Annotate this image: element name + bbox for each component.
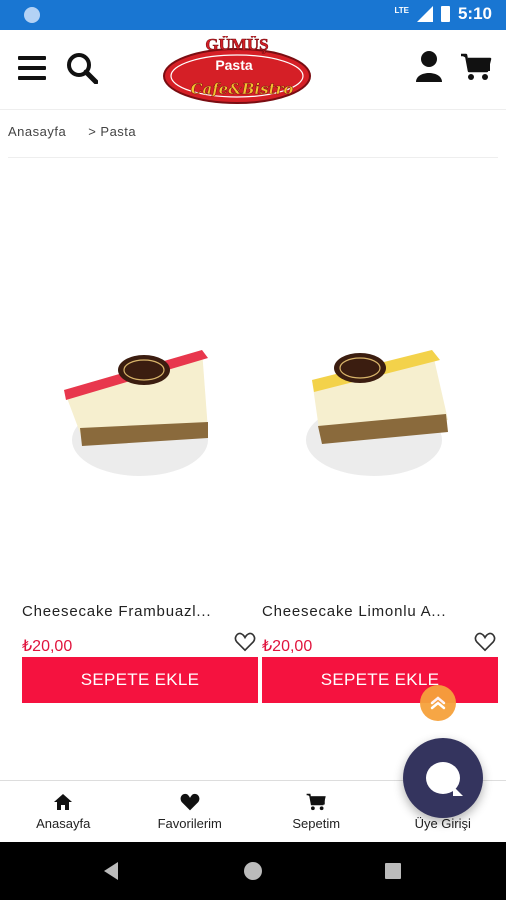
nav-cart[interactable]: Sepetim (253, 781, 380, 842)
product-price: ₺20,00 (22, 638, 73, 655)
menu-icon[interactable] (18, 56, 46, 80)
cart-icon (306, 793, 327, 811)
logo-title: GÜMÜŞ (205, 36, 268, 54)
search-icon[interactable] (66, 52, 98, 84)
notification-dot-icon (24, 7, 40, 23)
product-image[interactable] (262, 200, 498, 580)
product-price: ₺20,00 (262, 638, 313, 655)
add-to-cart-button[interactable]: SEPETE EKLE (22, 657, 258, 703)
chat-bubble-icon (426, 762, 463, 796)
breadcrumb-current: > Pasta (88, 124, 137, 139)
favorite-heart-icon[interactable] (234, 632, 256, 652)
home-icon (54, 794, 73, 810)
favorite-heart-icon[interactable] (474, 632, 496, 652)
brand-logo[interactable]: GÜMÜŞ Pasta Cafe&Bistro (162, 36, 312, 106)
nav-login-label: Üye Girişi (414, 816, 471, 831)
chevron-up-icon (430, 696, 446, 710)
product-card[interactable]: Cheesecake Frambuazl... ₺20,00 SEPETE EK… (22, 200, 258, 703)
home-button-icon[interactable] (244, 862, 262, 880)
battery-icon (440, 6, 450, 22)
nav-home-label: Anasayfa (36, 816, 91, 831)
network-type: LTE (394, 5, 409, 15)
chat-button[interactable] (403, 738, 483, 818)
product-name[interactable]: Cheesecake Frambuazl... (22, 603, 232, 620)
logo-subtitle: Pasta (215, 57, 253, 73)
recent-apps-icon[interactable] (385, 863, 401, 879)
divider (8, 157, 498, 158)
heart-icon (180, 793, 200, 811)
nav-cart-label: Sepetim (292, 816, 341, 831)
nav-favorites-label: Favorilerim (157, 816, 222, 831)
nav-favorites[interactable]: Favorilerim (127, 781, 254, 842)
breadcrumb-home[interactable]: Anasayfa (8, 124, 66, 139)
product-name[interactable]: Cheesecake Limonlu A... (262, 603, 472, 620)
user-icon[interactable] (414, 50, 444, 82)
nav-home[interactable]: Anasayfa (0, 781, 127, 842)
status-bar: LTE 5:10 (0, 0, 506, 30)
cart-icon[interactable] (460, 52, 492, 82)
add-to-cart-button[interactable]: SEPETE EKLE (262, 657, 498, 703)
product-card[interactable]: Cheesecake Limonlu A... ₺20,00 SEPETE EK… (262, 200, 498, 703)
breadcrumb: Anasayfa > Pasta (8, 124, 136, 139)
app-header: GÜMÜŞ Pasta Cafe&Bistro (0, 30, 506, 110)
logo-tagline: Cafe&Bistro (191, 80, 294, 98)
back-icon[interactable] (104, 862, 118, 880)
clock: 5:10 (457, 4, 492, 23)
scroll-top-button[interactable] (420, 685, 456, 721)
signal-icon (416, 6, 433, 22)
system-navigation-bar (0, 842, 506, 900)
product-image[interactable] (22, 200, 258, 580)
